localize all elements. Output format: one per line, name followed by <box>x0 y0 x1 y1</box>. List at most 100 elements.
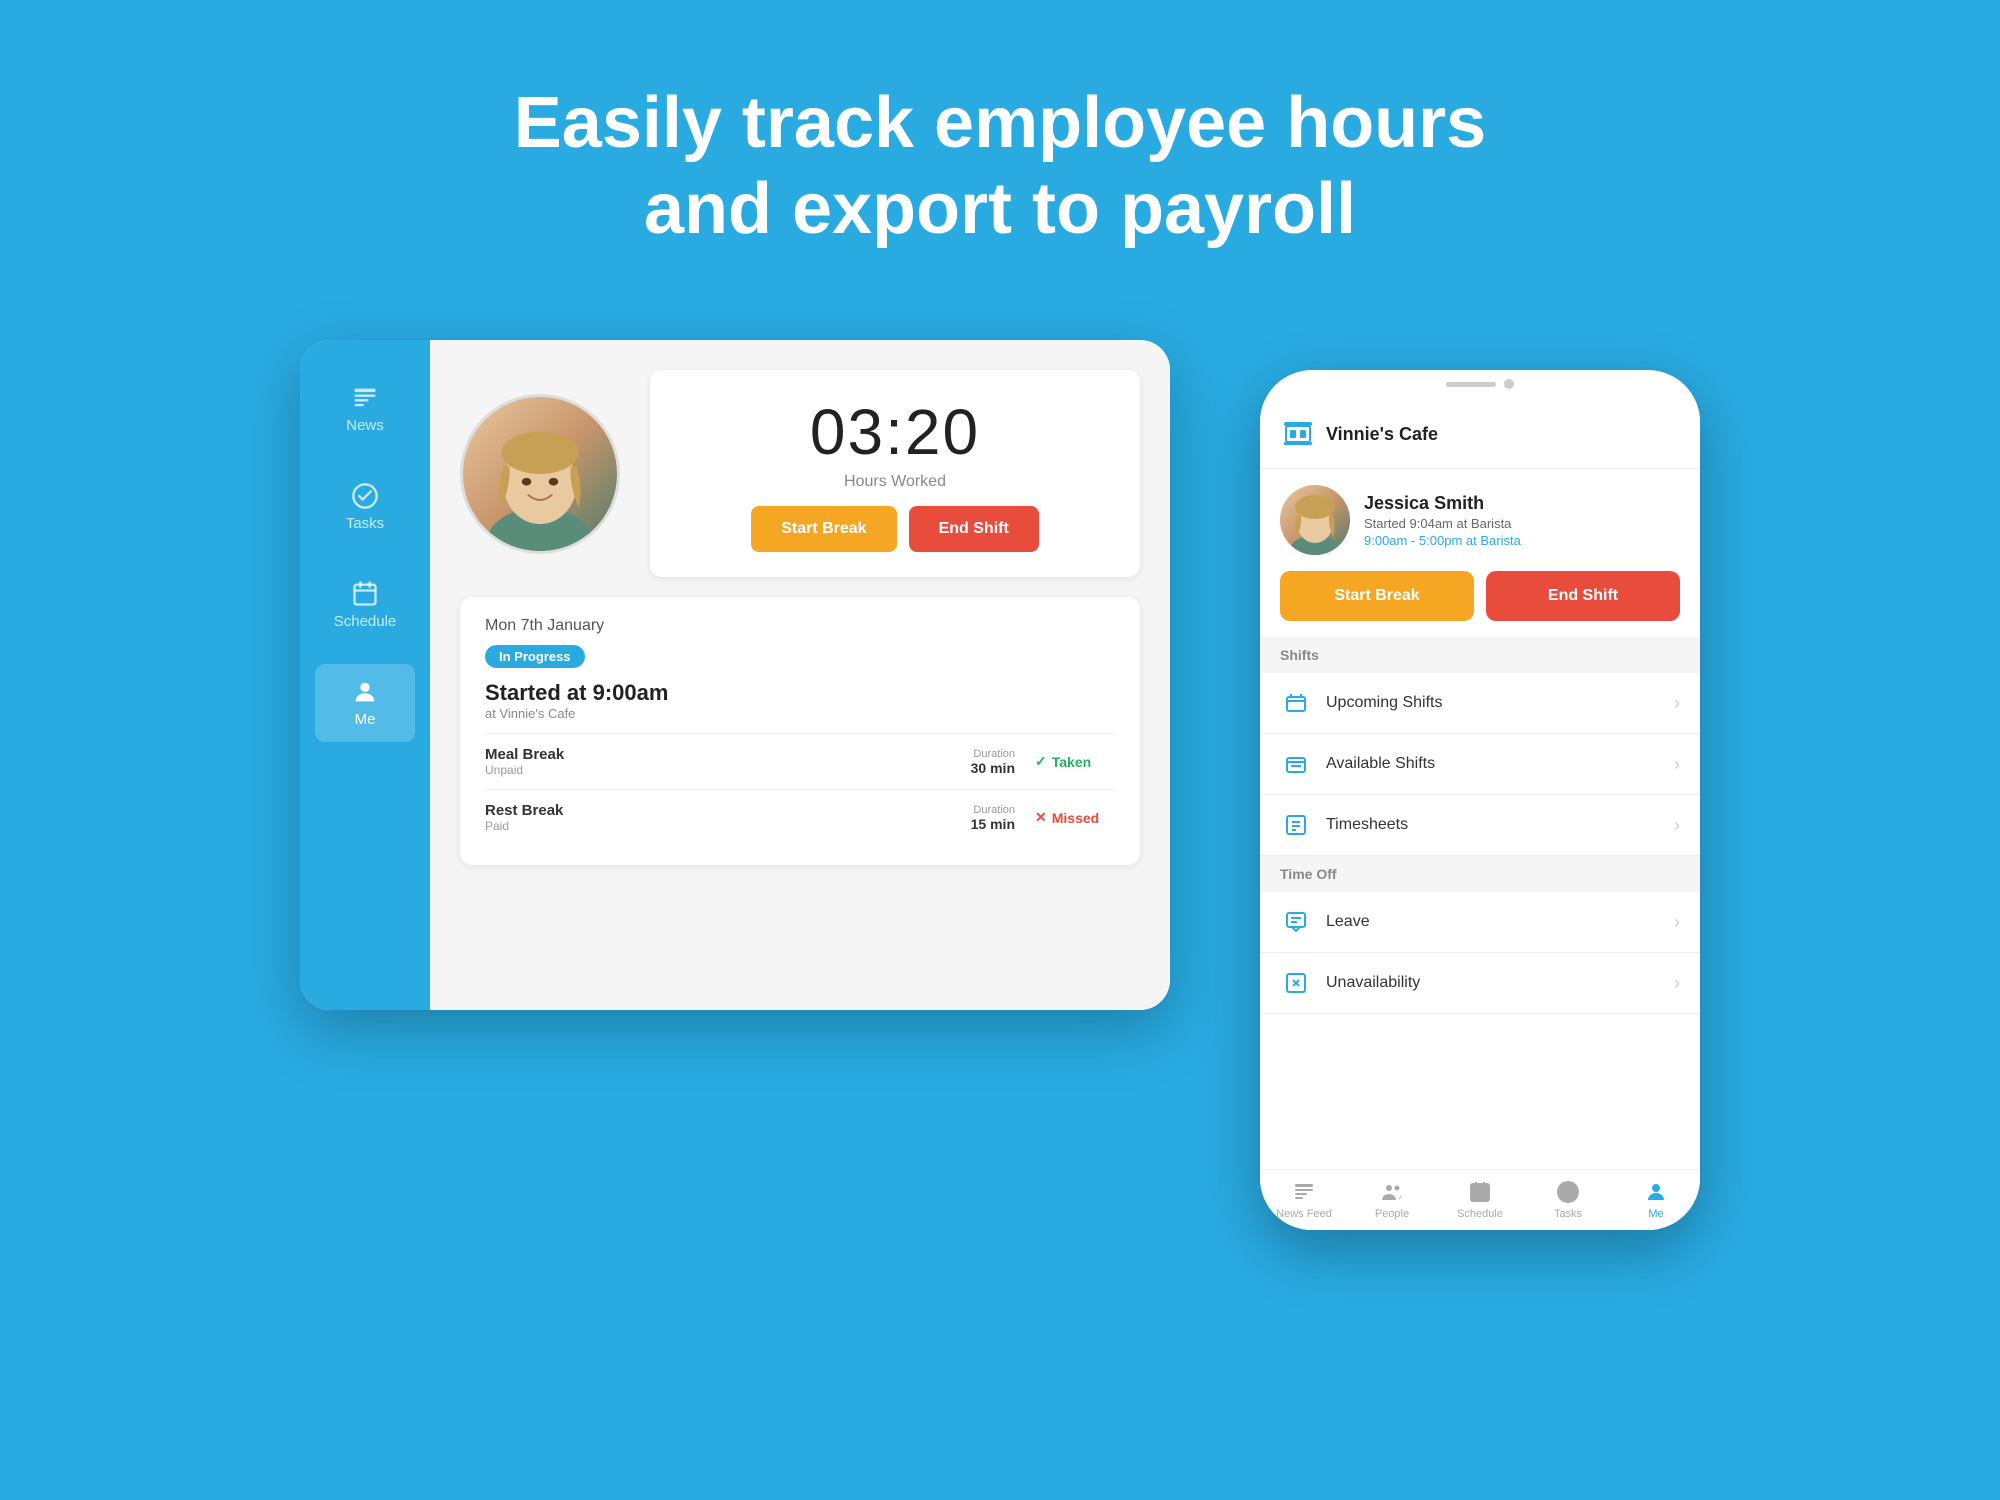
upcoming-chevron-icon: › <box>1674 693 1680 714</box>
nav-people[interactable]: People <box>1348 1180 1436 1220</box>
rest-break-row: Rest Break Paid Duration 15 min ✕ Missed <box>485 789 1115 845</box>
me-nav-icon <box>1644 1180 1668 1204</box>
store-icon-svg <box>1280 416 1316 452</box>
rest-break-info: Rest Break Paid <box>485 802 971 833</box>
nav-schedule[interactable]: Schedule <box>1436 1180 1524 1220</box>
shift-location: at Vinnie's Cafe <box>485 706 1115 721</box>
avatar-svg <box>463 397 617 551</box>
schedule-nav-icon <box>1468 1180 1492 1204</box>
nav-tasks-label: Tasks <box>1554 1208 1582 1220</box>
headline: Easily track employee hours and export t… <box>0 0 2000 253</box>
sidebar-item-tasks[interactable]: Tasks <box>315 468 415 546</box>
timer-display: 03:20 <box>680 395 1110 469</box>
timer-label: Hours Worked <box>680 473 1110 491</box>
sidebar-item-news[interactable]: News <box>315 370 415 448</box>
schedule-icon <box>351 580 379 608</box>
in-progress-badge: In Progress <box>485 645 585 668</box>
timesheets-label: Timesheets <box>1326 816 1674 834</box>
phone-user-info: Jessica Smith Started 9:04am at Barista … <box>1364 493 1680 548</box>
meal-break-name: Meal Break <box>485 746 971 763</box>
shift-started: Started at 9:00am <box>485 680 1115 706</box>
sidebar-item-me[interactable]: Me <box>315 664 415 742</box>
nav-me-label: Me <box>1648 1208 1663 1220</box>
phone-cafe-name: Vinnie's Cafe <box>1326 424 1438 445</box>
phone-user-name: Jessica Smith <box>1364 493 1680 514</box>
phone-time-off-header: Time Off <box>1260 856 1700 892</box>
shift-date: Mon 7th January <box>485 617 1115 635</box>
devices-container: News Tasks Schedule <box>300 340 1700 1400</box>
phone-avatar-svg <box>1280 485 1350 555</box>
phone-shifts-header: Shifts <box>1260 637 1700 673</box>
nav-news-feed-label: News Feed <box>1276 1208 1332 1220</box>
phone: Vinnie's Cafe Jessica Smith Sta <box>1260 370 1700 1230</box>
rest-duration-label: Duration <box>971 804 1015 816</box>
tablet-action-buttons: Start Break End Shift <box>680 506 1110 552</box>
timesheets-icon <box>1280 809 1312 841</box>
unavailability-label: Unavailability <box>1326 974 1674 992</box>
leave-chevron-icon: › <box>1674 912 1680 933</box>
phone-bottom-nav: News Feed People <box>1260 1169 1700 1230</box>
leave-icon <box>1280 906 1312 938</box>
sidebar-label-schedule: Schedule <box>334 613 397 630</box>
unavailability-icon <box>1280 967 1312 999</box>
phone-start-break-button[interactable]: Start Break <box>1280 571 1474 621</box>
available-shifts-label: Available Shifts <box>1326 755 1674 773</box>
phone-notch <box>1410 370 1550 398</box>
phone-body: Vinnie's Cafe Jessica Smith Sta <box>1260 400 1700 1230</box>
meal-break-type: Unpaid <box>485 763 971 777</box>
nav-news-feed[interactable]: News Feed <box>1260 1180 1348 1220</box>
meal-break-info: Meal Break Unpaid <box>485 746 971 777</box>
meal-break-status: ✓ Taken <box>1035 753 1115 770</box>
phone-camera <box>1504 379 1514 389</box>
phone-header: Vinnie's Cafe <box>1260 400 1700 469</box>
unavailability-chevron-icon: › <box>1674 973 1680 994</box>
phone-end-shift-button[interactable]: End Shift <box>1486 571 1680 621</box>
phone-user-card: Jessica Smith Started 9:04am at Barista … <box>1260 469 1700 571</box>
sidebar-label-news: News <box>346 417 384 434</box>
phone-unavailability[interactable]: Unavailability › <box>1260 953 1700 1014</box>
news-feed-nav-icon <box>1292 1180 1316 1204</box>
phone-user-avatar <box>1280 485 1350 555</box>
rest-break-name: Rest Break <box>485 802 971 819</box>
phone-speaker <box>1446 382 1496 387</box>
sidebar-label-tasks: Tasks <box>346 515 384 532</box>
rest-break-type: Paid <box>485 819 971 833</box>
meal-break-row: Meal Break Unpaid Duration 30 min ✓ Take… <box>485 733 1115 789</box>
upcoming-shifts-label: Upcoming Shifts <box>1326 694 1674 712</box>
timesheets-chevron-icon: › <box>1674 815 1680 836</box>
tablet-end-shift-button[interactable]: End Shift <box>909 506 1039 552</box>
nav-tasks[interactable]: Tasks <box>1524 1180 1612 1220</box>
tasks-nav-icon <box>1556 1180 1580 1204</box>
headline-line2: and export to payroll <box>0 166 2000 252</box>
rest-break-duration: Duration 15 min <box>971 804 1015 832</box>
rest-duration-value: 15 min <box>971 816 1015 832</box>
sidebar-item-schedule[interactable]: Schedule <box>315 566 415 644</box>
upcoming-shifts-icon <box>1280 687 1312 719</box>
tablet: News Tasks Schedule <box>300 340 1170 1010</box>
tasks-icon <box>351 482 379 510</box>
news-icon <box>351 384 379 412</box>
sidebar-label-me: Me <box>355 711 376 728</box>
nav-people-label: People <box>1375 1208 1409 1220</box>
cafe-icon <box>1280 416 1316 452</box>
phone-available-shifts[interactable]: Available Shifts › <box>1260 734 1700 795</box>
phone-upcoming-shifts[interactable]: Upcoming Shifts › <box>1260 673 1700 734</box>
meal-duration-value: 30 min <box>971 760 1015 776</box>
phone-leave[interactable]: Leave › <box>1260 892 1700 953</box>
user-avatar <box>460 394 620 554</box>
phone-user-shift: 9:00am - 5:00pm at Barista <box>1364 533 1680 548</box>
x-icon: ✕ <box>1035 809 1047 826</box>
people-nav-icon <box>1380 1180 1404 1204</box>
timer-card: 03:20 Hours Worked Start Break End Shift <box>650 370 1140 577</box>
phone-timesheets[interactable]: Timesheets › <box>1260 795 1700 856</box>
phone-user-started: Started 9:04am at Barista <box>1364 516 1680 531</box>
nav-me[interactable]: Me <box>1612 1180 1700 1220</box>
nav-schedule-label: Schedule <box>1457 1208 1503 1220</box>
tablet-sidebar: News Tasks Schedule <box>300 340 430 1010</box>
headline-line1: Easily track employee hours <box>0 80 2000 166</box>
leave-label: Leave <box>1326 913 1674 931</box>
me-icon <box>351 678 379 706</box>
tablet-start-break-button[interactable]: Start Break <box>751 506 896 552</box>
phone-action-buttons: Start Break End Shift <box>1260 571 1700 637</box>
meal-break-duration: Duration 30 min <box>971 748 1015 776</box>
